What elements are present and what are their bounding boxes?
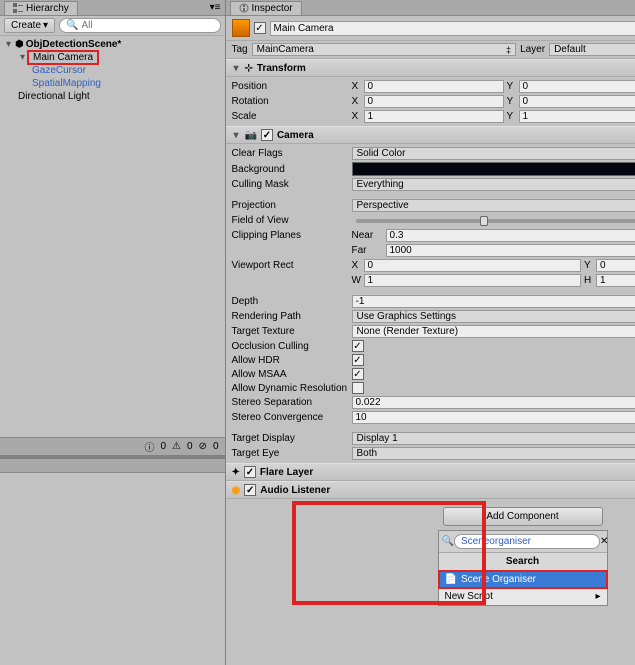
inspector-tab-bar: Inspector 🔒 ▾≡ xyxy=(226,0,635,16)
create-button[interactable]: Create ▾ xyxy=(4,18,55,33)
near-value[interactable] xyxy=(386,229,635,242)
clear-icon[interactable]: ✕ xyxy=(600,536,608,547)
search-result-scene-organiser[interactable]: 📄 Scene Organiser xyxy=(439,571,607,588)
search-result-new-script[interactable]: New Script ▸ xyxy=(439,588,607,605)
search-icon: 🔍 xyxy=(442,536,454,547)
position-x[interactable] xyxy=(364,80,504,93)
warn-icon: ⚠ xyxy=(172,441,181,452)
gameobject-name-input[interactable] xyxy=(270,21,635,36)
flare-icon: ✦ xyxy=(232,467,240,478)
gameobject-icon[interactable] xyxy=(232,19,250,37)
stereo-sep-value[interactable] xyxy=(352,396,635,409)
hierarchy-tab-bar: Hierarchy ▾≡ xyxy=(0,0,225,16)
search-header: Search xyxy=(439,552,607,571)
audio-enabled-checkbox[interactable] xyxy=(244,484,256,496)
target-eye-dropdown[interactable]: Both xyxy=(352,447,635,460)
search-icon: 🔍 xyxy=(66,20,78,31)
info-icon: ⓘ xyxy=(144,439,154,454)
rotation-label: Rotation xyxy=(232,96,348,107)
panel-menu-icon[interactable]: ▾≡ xyxy=(210,2,221,13)
viewport-y[interactable] xyxy=(596,259,635,272)
hierarchy-tab-label: Hierarchy xyxy=(26,3,69,14)
hierarchy-tree: ▾ ⬢ ObjDetectionScene* ▾ Main Camera Gaz… xyxy=(0,36,225,437)
error-icon: ⊘ xyxy=(199,441,207,452)
dynres-checkbox[interactable] xyxy=(352,382,364,394)
scale-y[interactable] xyxy=(519,110,635,123)
active-checkbox[interactable] xyxy=(254,22,266,34)
expand-icon[interactable]: ▾ xyxy=(232,131,241,140)
stereo-conv-value[interactable] xyxy=(352,411,635,424)
inspector-tab[interactable]: Inspector xyxy=(230,1,302,15)
hierarchy-tab[interactable]: Hierarchy xyxy=(4,1,78,15)
projection-dropdown[interactable]: Perspective xyxy=(352,199,635,212)
lower-panel xyxy=(0,455,225,665)
transform-header[interactable]: ▾ ⊹ Transform 🛈 ⚙ xyxy=(226,59,635,77)
add-component-popup: 🔍 ✕ Search 📄 Scene Organiser New Script … xyxy=(438,530,608,606)
camera-header[interactable]: ▾ 📷 Camera 🛈 ⚙ xyxy=(226,126,635,144)
background-color[interactable] xyxy=(352,162,635,176)
transform-icon: ⊹ xyxy=(245,63,253,74)
position-label: Position xyxy=(232,81,348,92)
selected-highlight: Main Camera xyxy=(29,52,97,63)
camera-enabled-checkbox[interactable] xyxy=(261,129,273,141)
audio-icon: ◉ xyxy=(232,485,241,496)
flare-layer-header[interactable]: ✦ Flare Layer 🛈 ⚙ xyxy=(226,463,635,481)
inspector-icon xyxy=(239,3,249,13)
unity-logo-icon: ⬢ xyxy=(15,39,24,50)
viewport-w[interactable] xyxy=(364,274,582,287)
tree-item-spatial-mapping[interactable]: SpatialMapping xyxy=(28,77,225,90)
hierarchy-search-input[interactable] xyxy=(82,20,214,31)
target-display-dropdown[interactable]: Display 1 xyxy=(352,432,635,445)
far-value[interactable] xyxy=(386,244,635,257)
viewport-x[interactable] xyxy=(364,259,582,272)
clear-flags-dropdown[interactable]: Solid Color xyxy=(352,147,635,160)
layer-dropdown[interactable]: Default xyxy=(549,43,635,56)
position-y[interactable] xyxy=(519,80,635,93)
scene-name: ObjDetectionScene* xyxy=(26,39,122,50)
rendering-path-dropdown[interactable]: Use Graphics Settings xyxy=(352,310,635,323)
flare-enabled-checkbox[interactable] xyxy=(244,466,256,478)
occlusion-checkbox[interactable] xyxy=(352,340,364,352)
depth-value[interactable] xyxy=(352,295,635,308)
script-icon: 📄 xyxy=(445,574,457,585)
chevron-down-icon: ▾ xyxy=(43,20,48,31)
tag-dropdown[interactable]: MainCamera xyxy=(252,43,516,56)
rotation-x[interactable] xyxy=(364,95,504,108)
tree-item-main-camera[interactable]: ▾ Main Camera xyxy=(14,51,225,64)
culling-mask-dropdown[interactable]: Everything xyxy=(352,178,635,191)
submenu-arrow-icon: ▸ xyxy=(595,591,600,602)
expand-icon[interactable]: ▾ xyxy=(232,64,241,73)
layer-label: Layer xyxy=(520,44,545,55)
hierarchy-icon xyxy=(13,3,23,13)
viewport-h[interactable] xyxy=(596,274,635,287)
camera-icon: 📷 xyxy=(245,130,257,141)
audio-listener-header[interactable]: ◉ Audio Listener 🛈 ⚙ xyxy=(226,481,635,499)
hierarchy-search[interactable]: 🔍 xyxy=(59,18,220,33)
tag-label: Tag xyxy=(232,44,248,55)
scale-x[interactable] xyxy=(364,110,504,123)
add-component-area: Add Component 🔍 ✕ Search 📄 Scene Organis… xyxy=(226,499,635,665)
add-component-button[interactable]: Add Component xyxy=(443,507,603,526)
expand-icon[interactable]: ▾ xyxy=(4,40,13,49)
inspector-tab-label: Inspector xyxy=(252,3,293,14)
msaa-checkbox[interactable] xyxy=(352,368,364,380)
hierarchy-toolbar: Create ▾ 🔍 xyxy=(0,16,225,36)
fov-slider[interactable] xyxy=(356,219,635,223)
rotation-y[interactable] xyxy=(519,95,635,108)
gameobject-header: Static ▾ xyxy=(226,16,635,41)
hdr-checkbox[interactable] xyxy=(352,354,364,366)
tree-item-gaze-cursor[interactable]: GazeCursor xyxy=(28,64,225,77)
scene-root[interactable]: ▾ ⬢ ObjDetectionScene* xyxy=(0,38,225,51)
tree-item-directional-light[interactable]: Directional Light xyxy=(14,90,225,103)
target-texture-field[interactable]: None (Render Texture) xyxy=(352,325,635,338)
expand-icon[interactable]: ▾ xyxy=(18,53,27,62)
scale-label: Scale xyxy=(232,111,348,122)
hierarchy-status-bar: ⓘ0 ⚠0 ⊘0 xyxy=(0,437,225,455)
component-search-input[interactable] xyxy=(454,534,600,549)
